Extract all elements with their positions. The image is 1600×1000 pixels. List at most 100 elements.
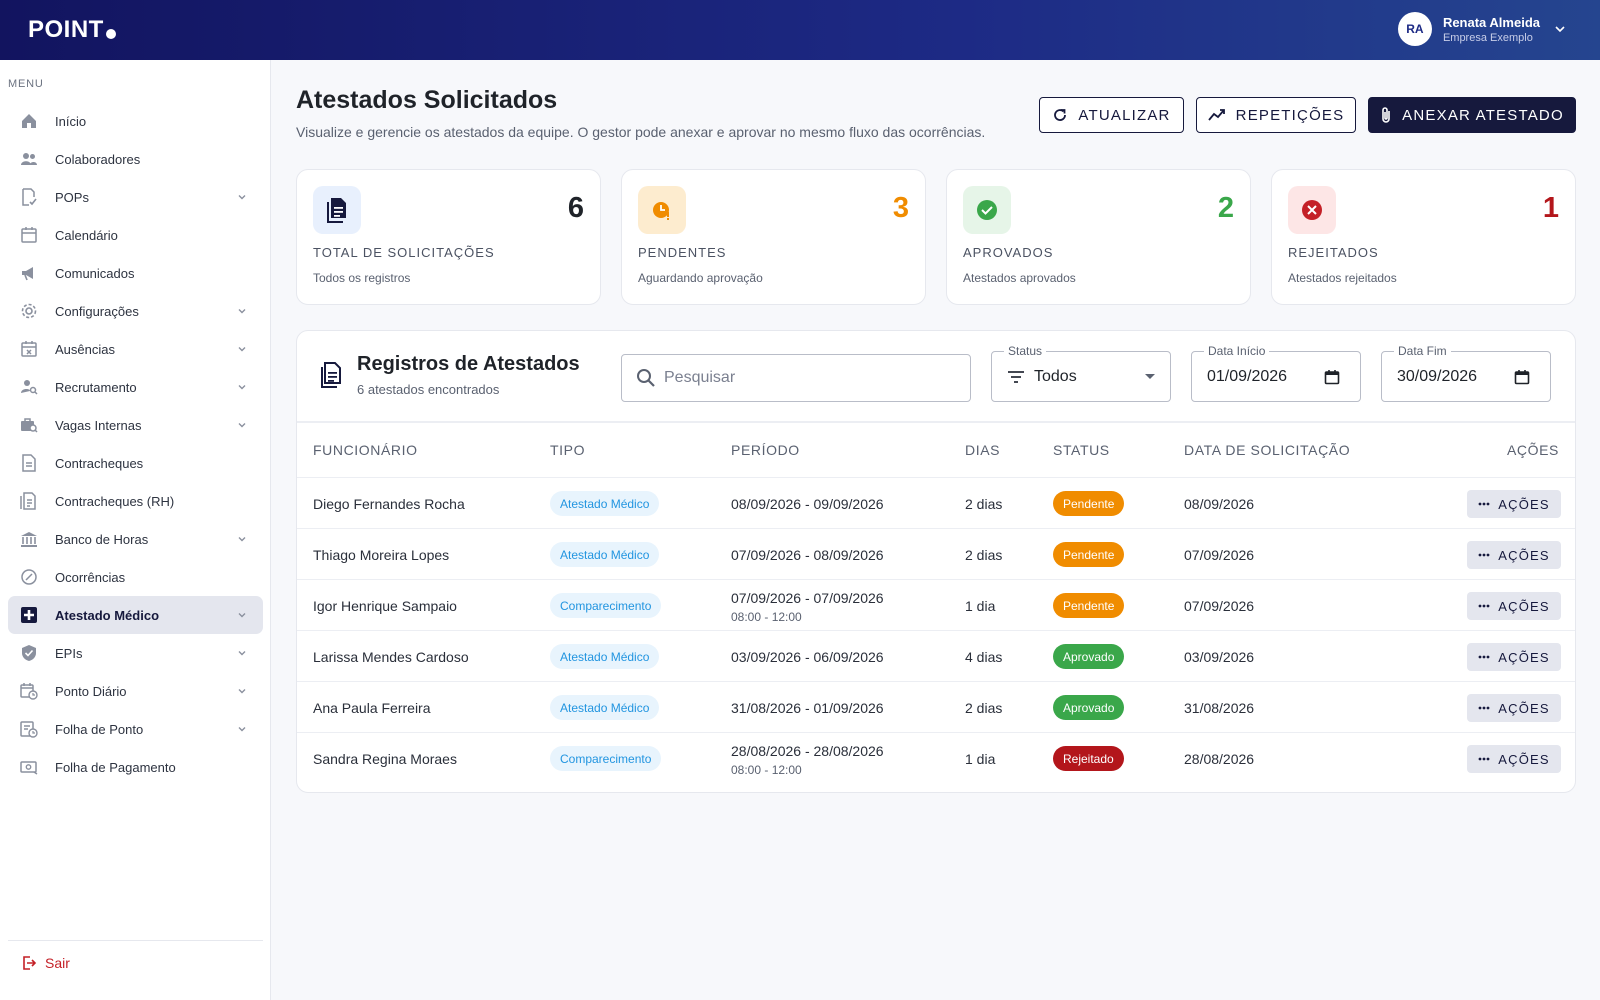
more-horizontal-icon	[1478, 502, 1490, 506]
sidebar-item-medical-cross[interactable]: Atestado Médico	[8, 596, 263, 634]
sidebar-item-label: Calendário	[55, 227, 118, 243]
sidebar-item-person-search[interactable]: Recrutamento	[8, 368, 263, 406]
actions-button[interactable]: AÇÕES	[1467, 592, 1561, 620]
kpi-rejected-card: 1 REJEITADOS Atestados rejeitados	[1271, 169, 1576, 305]
sidebar: MENU Início Colaboradores POPs Calendário Co…	[0, 60, 271, 1000]
megaphone-icon	[20, 264, 38, 282]
actions-button[interactable]: AÇÕES	[1467, 541, 1561, 569]
sidebar-item-shield-check[interactable]: EPIs	[8, 634, 263, 672]
kpi-icon-bg	[638, 186, 686, 234]
sidebar-item-label: Contracheques (RH)	[55, 493, 175, 509]
document-icon	[321, 362, 341, 388]
chevron-down-icon[interactable]	[1554, 23, 1566, 35]
sidebar-item-label: Contracheques	[55, 455, 144, 471]
chevron-down-icon[interactable]	[237, 306, 247, 316]
col-header-request-date[interactable]: DATA DE SOLICITAÇÃO	[1184, 442, 1350, 458]
briefcase-search-icon	[20, 416, 38, 434]
period-cell: 07/09/2026 - 07/09/2026 08:00 - 12:00	[731, 590, 884, 624]
chevron-down-icon[interactable]	[237, 192, 247, 202]
records-panel: Registros de Atestados 6 atestados encon…	[296, 330, 1576, 793]
sidebar-item-circle-slash[interactable]: Ocorrências	[8, 558, 263, 596]
status-select[interactable]: Status Todos	[991, 344, 1171, 402]
col-header-status[interactable]: STATUS	[1053, 442, 1110, 458]
user-company: Empresa Exemplo	[1442, 31, 1533, 44]
sidebar-item-home[interactable]: Início	[8, 102, 263, 140]
chevron-down-icon[interactable]	[237, 648, 247, 658]
attach-certificate-button[interactable]: ANEXAR ATESTADO	[1368, 97, 1576, 133]
kpi-label: APROVADOS	[963, 245, 1054, 260]
actions-button[interactable]: AÇÕES	[1467, 490, 1561, 518]
actions-button[interactable]: AÇÕES	[1467, 745, 1561, 773]
calendar-icon[interactable]	[1324, 369, 1340, 385]
sidebar-item-receipt-list[interactable]: Contracheques (RH)	[8, 482, 263, 520]
sidebar-item-calendar-x[interactable]: Ausências	[8, 330, 263, 368]
sidebar-item-label: Folha de Pagamento	[55, 759, 176, 775]
calendar-icon[interactable]	[1514, 369, 1530, 385]
kpi-description: Atestados rejeitados	[1288, 271, 1397, 285]
sidebar-item-label: Ausências	[55, 341, 115, 357]
logout-button[interactable]: Sair	[8, 940, 263, 971]
end-date-field[interactable]: Data Fim 30/09/2026	[1381, 344, 1551, 402]
chevron-down-icon[interactable]	[237, 724, 247, 734]
logo[interactable]: POINT	[28, 16, 116, 44]
avatar[interactable]: RA	[1397, 12, 1432, 46]
sidebar-item-payment[interactable]: Folha de Pagamento	[8, 748, 263, 786]
period-cell: 08/09/2026 - 09/09/2026	[731, 496, 884, 512]
days-cell: 1 dia	[965, 751, 996, 767]
sidebar-item-label: Vagas Internas	[55, 417, 142, 433]
end-date-value: 30/09/2026	[1397, 368, 1478, 385]
medical-cross-icon	[20, 606, 38, 624]
more-horizontal-icon	[1478, 553, 1490, 557]
repeats-button[interactable]: REPETIÇÕES	[1196, 97, 1356, 133]
sidebar-item-people[interactable]: Colaboradores	[8, 140, 263, 178]
calendar-x-icon	[20, 340, 38, 358]
period-range: 03/09/2026 - 06/09/2026	[731, 649, 884, 665]
type-chip: Atestado Médico	[550, 491, 660, 516]
sidebar-item-bank[interactable]: Banco de Horas	[8, 520, 263, 558]
chevron-down-icon[interactable]	[237, 534, 247, 544]
kpi-description: Todos os registros	[313, 271, 411, 285]
period-range: 28/08/2026 - 28/08/2026	[731, 743, 884, 759]
sidebar-item-timesheet[interactable]: Folha de Ponto	[8, 710, 263, 748]
request-date-cell: 31/08/2026	[1184, 700, 1255, 716]
days-cell: 2 dias	[965, 700, 1003, 716]
type-chip: Comparecimento	[550, 746, 662, 771]
days-cell: 1 dia	[965, 598, 996, 614]
sidebar-item-calendar[interactable]: Calendário	[8, 216, 263, 254]
col-header-days[interactable]: DIAS	[965, 442, 1000, 458]
chevron-down-icon[interactable]	[237, 686, 247, 696]
col-header-period[interactable]: PERÍODO	[731, 442, 800, 458]
search-input[interactable]: Pesquisar	[621, 354, 971, 402]
logo-text: POINT	[28, 16, 104, 43]
chevron-down-icon[interactable]	[237, 344, 247, 354]
request-date-cell: 08/09/2026	[1184, 496, 1255, 512]
sidebar-item-gear[interactable]: Configurações	[8, 292, 263, 330]
user-menu[interactable]: RA Renata Almeida Empresa Exemplo	[1397, 12, 1566, 46]
type-chip: Comparecimento	[550, 593, 662, 618]
sidebar-item-calendar-clock[interactable]: Ponto Diário	[8, 672, 263, 710]
request-date-cell: 07/09/2026	[1184, 547, 1255, 563]
sidebar-item-megaphone[interactable]: Comunicados	[8, 254, 263, 292]
sidebar-item-briefcase-search[interactable]: Vagas Internas	[8, 406, 263, 444]
start-date-field[interactable]: Data Início 01/09/2026	[1191, 344, 1361, 402]
col-header-type[interactable]: TIPO	[550, 442, 585, 458]
type-chip: Atestado Médico	[550, 542, 660, 567]
sidebar-item-receipt[interactable]: Contracheques	[8, 444, 263, 482]
actions-label: AÇÕES	[1498, 547, 1550, 563]
chevron-down-icon[interactable]	[237, 382, 247, 392]
menu-title: MENU	[8, 78, 44, 90]
status-badge: Pendente	[1053, 593, 1125, 618]
chevron-down-icon[interactable]	[237, 420, 247, 430]
col-header-employee[interactable]: FUNCIONÁRIO	[313, 442, 418, 458]
refresh-button[interactable]: ATUALIZAR	[1039, 97, 1184, 133]
chevron-down-icon[interactable]	[237, 610, 247, 620]
days-cell: 4 dias	[965, 649, 1003, 665]
actions-button[interactable]: AÇÕES	[1467, 643, 1561, 671]
request-date-cell: 28/08/2026	[1184, 751, 1255, 767]
receipt-icon	[20, 454, 38, 472]
days-cell: 2 dias	[965, 547, 1003, 563]
actions-button[interactable]: AÇÕES	[1467, 694, 1561, 722]
actions-label: AÇÕES	[1498, 649, 1550, 665]
caret-down-icon	[1145, 374, 1155, 379]
sidebar-item-document-check[interactable]: POPs	[8, 178, 263, 216]
